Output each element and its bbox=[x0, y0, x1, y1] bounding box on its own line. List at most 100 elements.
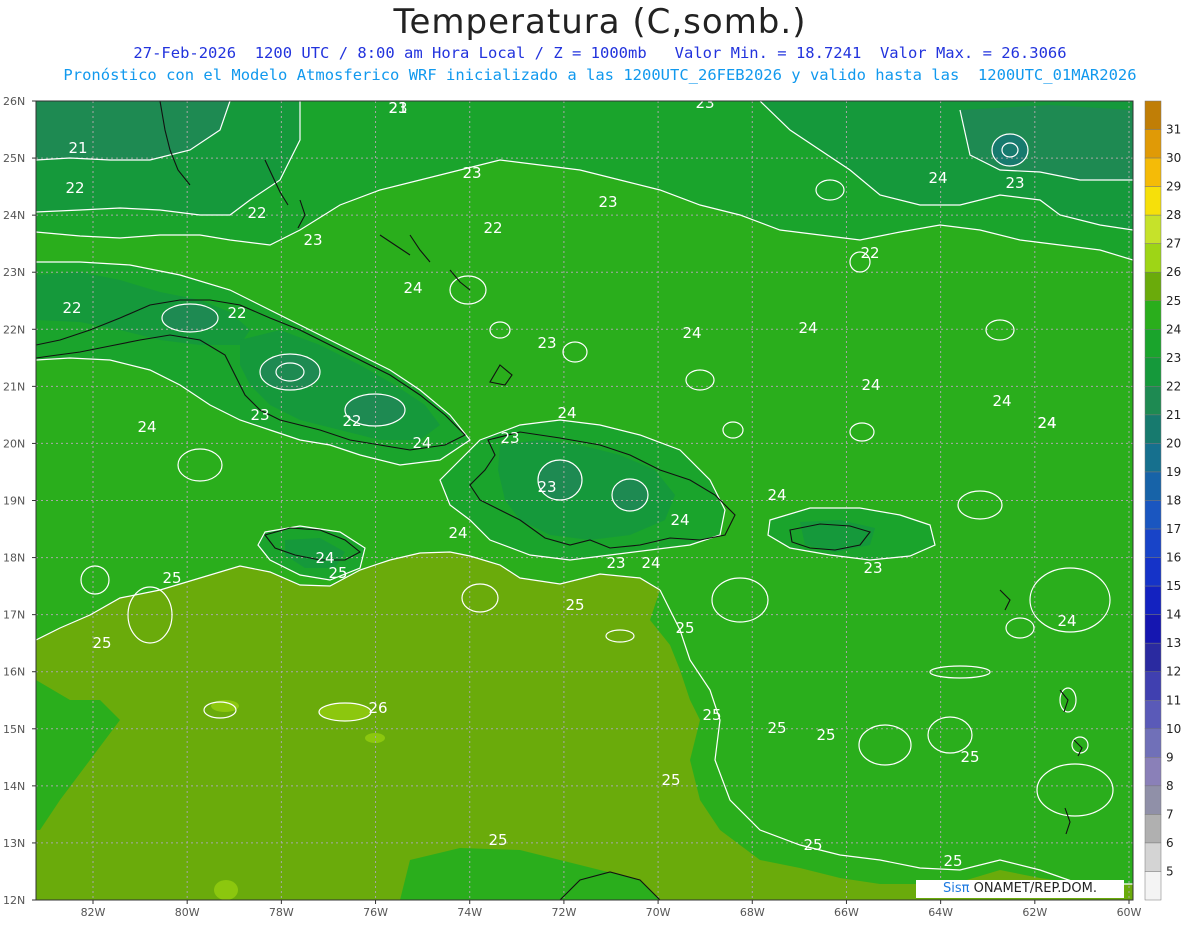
legend-label: 29 bbox=[1166, 180, 1181, 194]
lon-label: 74W bbox=[457, 906, 482, 919]
lat-label: 12N bbox=[3, 894, 25, 907]
legend-swatch bbox=[1144, 785, 1162, 815]
lat-label: 23N bbox=[3, 266, 25, 279]
zone-26-d bbox=[365, 733, 385, 743]
contour-label: 22 bbox=[62, 299, 81, 317]
legend-swatch bbox=[1144, 757, 1162, 787]
legend-swatch bbox=[1144, 557, 1162, 587]
contour-label: 25 bbox=[767, 719, 786, 737]
legend-swatch bbox=[1144, 271, 1162, 302]
contour-label: 24 bbox=[992, 392, 1011, 410]
lat-label: 26N bbox=[3, 95, 25, 108]
map-area: 23 23 23 21 22 22 23 24 23 22 23 22 24 22 22 23 24 24 23 24… bbox=[36, 94, 1133, 900]
contour-label: 25 bbox=[162, 569, 181, 587]
contour-label: 24 bbox=[928, 169, 947, 187]
lon-label: 64W bbox=[928, 906, 953, 919]
lon-label: 72W bbox=[551, 906, 576, 919]
lon-label: 66W bbox=[834, 906, 859, 919]
contour-label: 21 bbox=[388, 99, 407, 117]
legend-swatch bbox=[1144, 671, 1162, 701]
contour-label: 24 bbox=[861, 376, 880, 394]
legend-label: 9 bbox=[1166, 750, 1174, 764]
legend-swatch bbox=[1144, 357, 1162, 387]
legend-label: 19 bbox=[1166, 465, 1181, 479]
lat-label: 13N bbox=[3, 837, 25, 850]
contour-label: 23 bbox=[598, 193, 617, 211]
legend-label: 17 bbox=[1166, 522, 1181, 536]
legend-swatch bbox=[1144, 700, 1162, 730]
contour-label: 25 bbox=[661, 771, 680, 789]
contour-label: 25 bbox=[803, 836, 822, 854]
lat-label: 17N bbox=[3, 609, 25, 622]
color-legend: 31 30 29 28 27 26 25 24 23 22 21 20 19 18 17 16 15 14 13 12… bbox=[1144, 100, 1181, 901]
lon-label: 82W bbox=[81, 906, 106, 919]
legend-swatch bbox=[1144, 528, 1162, 558]
legend-swatch bbox=[1144, 871, 1162, 901]
contour-label: 23 bbox=[462, 164, 481, 182]
lat-label: 19N bbox=[3, 495, 25, 508]
contour-label: 23 bbox=[250, 406, 269, 424]
contour-label: 24 bbox=[798, 319, 817, 337]
contour-label: 24 bbox=[670, 511, 689, 529]
contour-label: 23 bbox=[303, 231, 322, 249]
contour-label: 25 bbox=[488, 831, 507, 849]
watermark: Sisπ ONAMET/REP.DOM. bbox=[916, 880, 1124, 898]
contour-label: 25 bbox=[92, 634, 111, 652]
legend-label: 31 bbox=[1166, 123, 1181, 137]
lon-label: 62W bbox=[1022, 906, 1047, 919]
legend-swatch bbox=[1144, 300, 1162, 330]
contour-label: 24 bbox=[403, 279, 422, 297]
contour-label: 25 bbox=[943, 852, 962, 870]
watermark-text: ONAMET/REP.DOM. bbox=[969, 881, 1097, 896]
lat-label: 15N bbox=[3, 723, 25, 736]
legend-label: 15 bbox=[1166, 579, 1181, 593]
contour-label: 22 bbox=[65, 179, 84, 197]
contour-label: 22 bbox=[483, 219, 502, 237]
legend-label: 13 bbox=[1166, 636, 1181, 650]
legend-swatch bbox=[1144, 814, 1162, 844]
contour-label: 24 bbox=[412, 434, 431, 452]
contour-label: 24 bbox=[448, 524, 467, 542]
lat-label: 24N bbox=[3, 209, 25, 222]
lon-label: 76W bbox=[363, 906, 388, 919]
legend-swatch bbox=[1144, 100, 1162, 130]
legend-label: 14 bbox=[1166, 608, 1181, 622]
legend-label: 8 bbox=[1166, 779, 1174, 793]
legend-swatch bbox=[1144, 614, 1162, 644]
legend-label: 30 bbox=[1166, 151, 1181, 165]
legend-swatch bbox=[1144, 214, 1162, 244]
legend-label: 28 bbox=[1166, 208, 1181, 222]
contour-label: 24 bbox=[682, 324, 701, 342]
legend-label: 26 bbox=[1166, 265, 1181, 279]
legend-swatch bbox=[1144, 329, 1162, 359]
legend-swatch bbox=[1144, 642, 1162, 672]
contour-label: 24 bbox=[1037, 414, 1056, 432]
legend-label: 23 bbox=[1166, 351, 1181, 365]
legend-swatch bbox=[1144, 500, 1162, 530]
lat-label: 14N bbox=[3, 780, 25, 793]
lat-label: 22N bbox=[3, 323, 25, 336]
legend-label: 5 bbox=[1166, 864, 1174, 878]
legend-swatch bbox=[1144, 471, 1162, 501]
legend-label: 7 bbox=[1166, 807, 1174, 821]
contour-label: 23 bbox=[695, 94, 714, 112]
contour-label: 22 bbox=[247, 204, 266, 222]
lat-label: 18N bbox=[3, 552, 25, 565]
contour-label: 23 bbox=[1005, 174, 1024, 192]
legend-label: 22 bbox=[1166, 379, 1181, 393]
legend-label: 6 bbox=[1166, 836, 1174, 850]
legend-label: 27 bbox=[1166, 237, 1181, 251]
legend-label: 16 bbox=[1166, 551, 1181, 565]
legend-swatch bbox=[1144, 243, 1162, 273]
lon-label: 78W bbox=[269, 906, 294, 919]
legend-label: 18 bbox=[1166, 494, 1181, 508]
contour-label: 23 bbox=[537, 478, 556, 496]
lon-label: 70W bbox=[646, 906, 671, 919]
lon-label: 60W bbox=[1117, 906, 1142, 919]
contour-label: 25 bbox=[816, 726, 835, 744]
legend-label: 12 bbox=[1166, 665, 1181, 679]
contour-label: 25 bbox=[565, 596, 584, 614]
contour-label: 23 bbox=[537, 334, 556, 352]
contour-label: 22 bbox=[860, 244, 879, 262]
contour-label: 21 bbox=[68, 139, 87, 157]
